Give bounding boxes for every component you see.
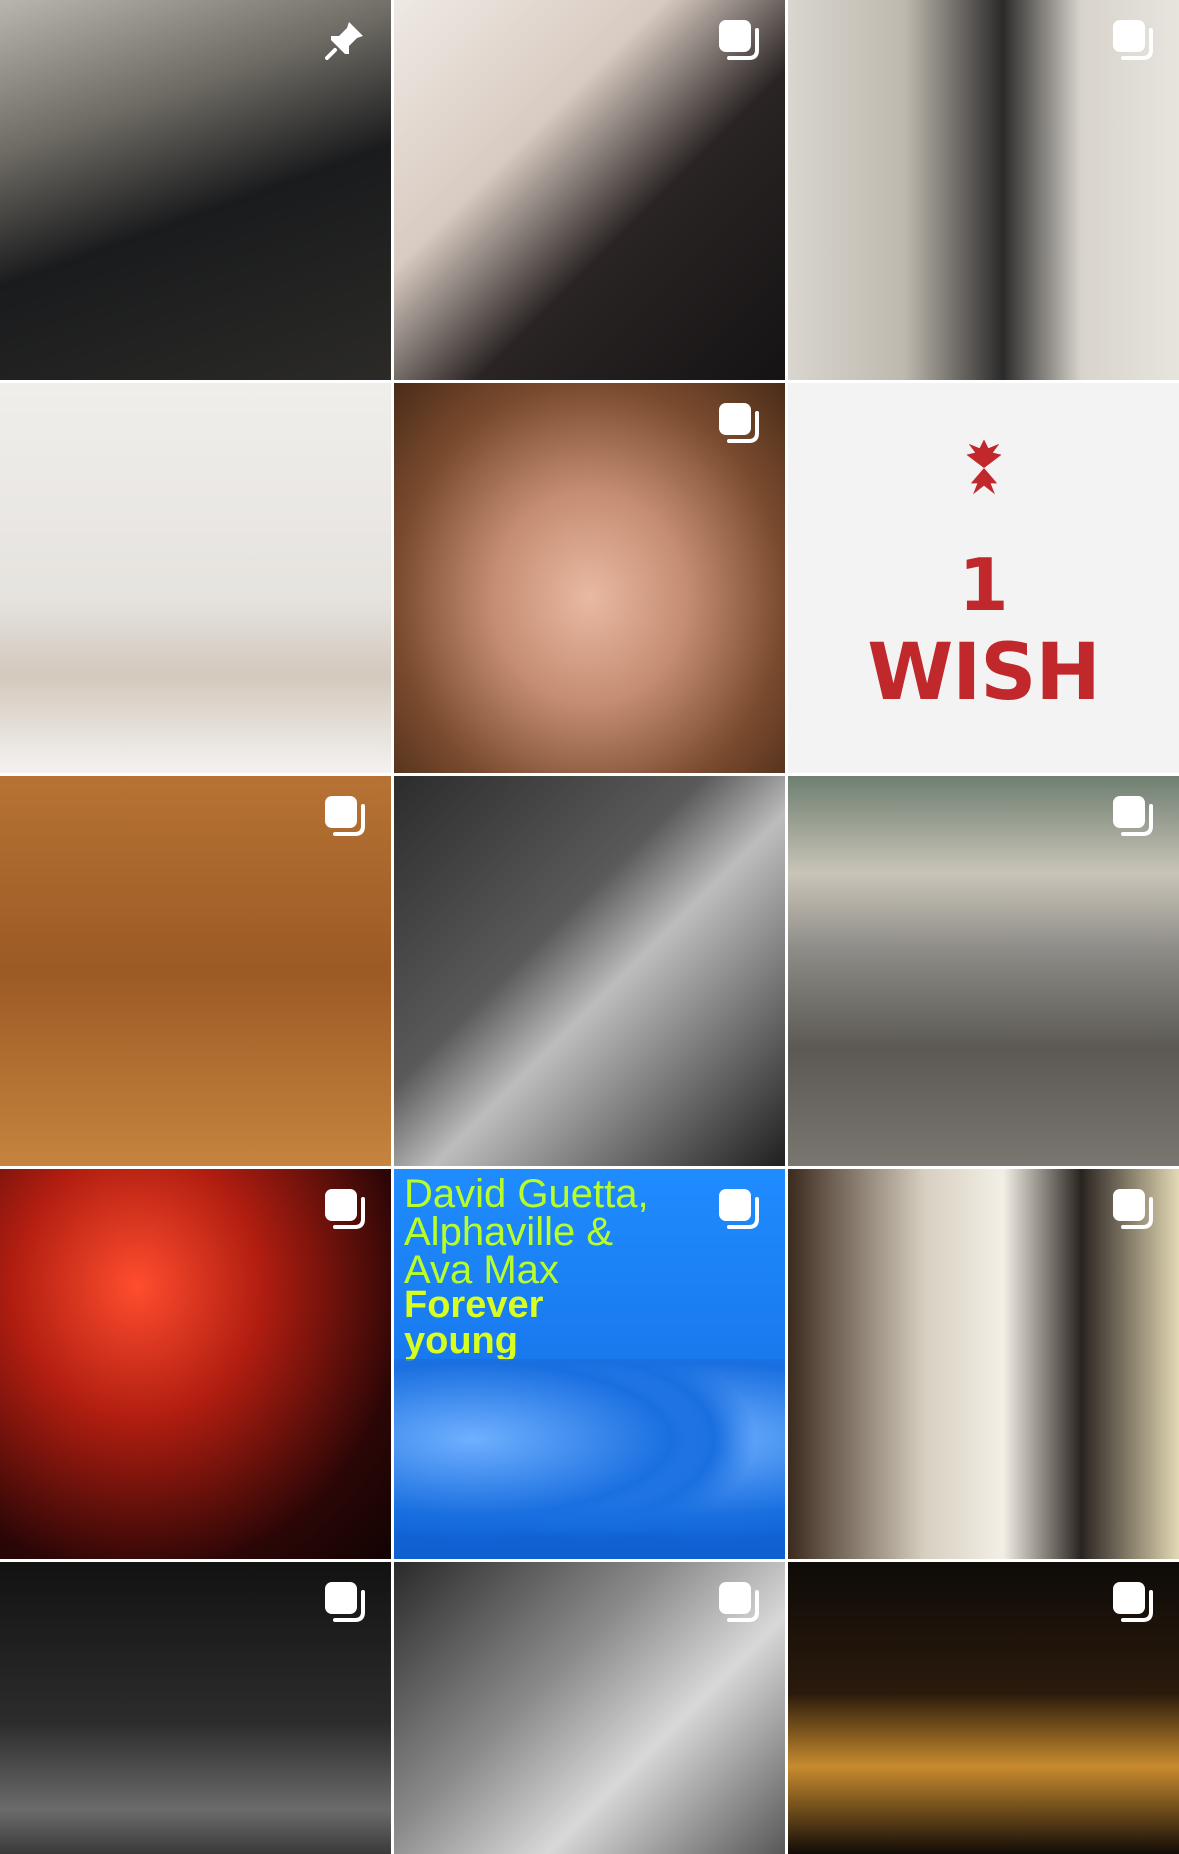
wish-number: 1 (958, 543, 1009, 627)
post-tile[interactable] (0, 1562, 391, 1854)
carousel-icon (321, 1185, 369, 1233)
post-tile[interactable] (394, 0, 785, 380)
post-tile[interactable] (394, 383, 785, 773)
carousel-icon (715, 1578, 763, 1626)
carousel-icon (1109, 792, 1157, 840)
post-tile[interactable] (0, 1169, 391, 1559)
cover-artists: David Guetta, Alphaville & Ava Max (404, 1172, 649, 1290)
cover-title: Forever young (404, 1284, 544, 1362)
cover-image (394, 1359, 785, 1559)
carousel-icon (321, 792, 369, 840)
post-tile[interactable] (0, 776, 391, 1166)
cover-title-line: Forever (404, 1284, 544, 1326)
pin-icon (321, 16, 369, 64)
post-tile[interactable] (0, 0, 391, 380)
cover-title-line: young (404, 1320, 518, 1362)
holly-icon (788, 435, 1179, 516)
carousel-icon (715, 1185, 763, 1233)
carousel-icon (321, 1578, 369, 1626)
carousel-icon (1109, 1578, 1157, 1626)
post-tile[interactable] (788, 1562, 1179, 1854)
post-tile[interactable] (394, 776, 785, 1166)
cover-artists-line: Alphaville & (404, 1210, 614, 1254)
post-tile[interactable] (788, 1169, 1179, 1559)
carousel-icon (1109, 1185, 1157, 1233)
carousel-icon (1109, 16, 1157, 64)
post-tile[interactable] (394, 1562, 785, 1854)
carousel-icon (715, 399, 763, 447)
post-tile[interactable]: 1 WISH (788, 383, 1179, 773)
post-tile[interactable] (788, 776, 1179, 1166)
post-tile[interactable] (0, 383, 391, 773)
post-tile[interactable] (788, 0, 1179, 380)
wish-word: WISH (867, 628, 1101, 718)
posts-grid: 1 WISH David Guetta, Alphaville & Ava Ma… (0, 0, 1179, 1854)
cover-artists-line: David Guetta, (404, 1172, 649, 1216)
carousel-icon (715, 16, 763, 64)
post-tile[interactable]: David Guetta, Alphaville & Ava Max Forev… (394, 1169, 785, 1559)
